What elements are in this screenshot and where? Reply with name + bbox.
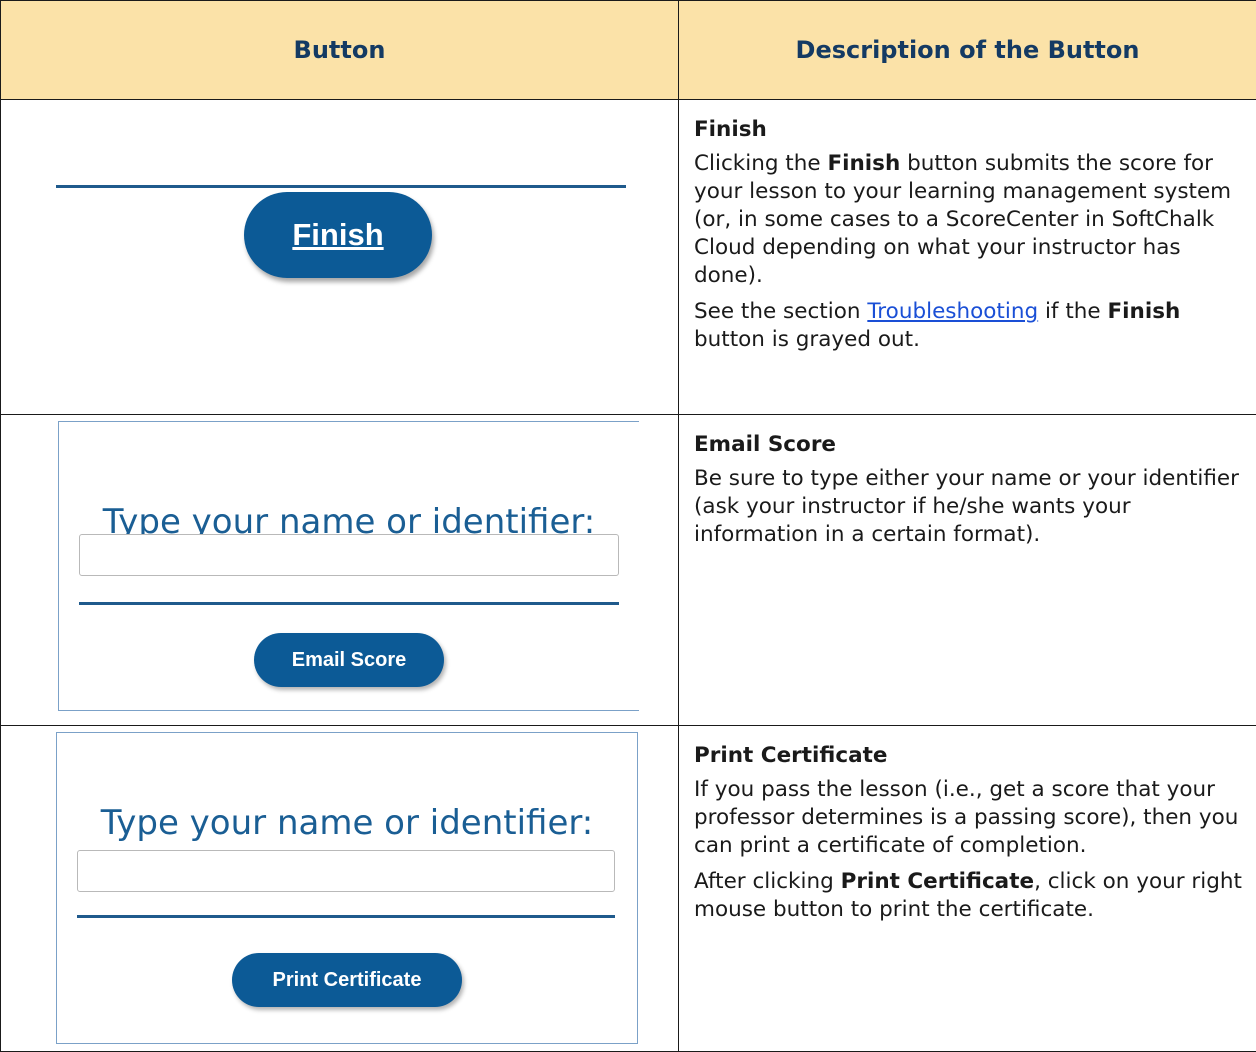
finish-illustration-cell: Finish	[1, 100, 679, 415]
finish-title: Finish	[694, 116, 1246, 144]
print-panel-prompt: Type your name or identifier:	[57, 803, 637, 843]
bold-text: Finish	[1107, 299, 1180, 324]
table-header-row: Button Description of the Button	[1, 1, 1256, 100]
text-span: After clicking	[694, 869, 841, 894]
table-row-print-certificate: Type your name or identifier: Print Cert…	[1, 726, 1256, 1052]
print-description: Print Certificate If you pass the lesson…	[679, 726, 1256, 924]
email-name-input[interactable]	[79, 534, 619, 576]
print-panel-divider	[77, 915, 615, 918]
email-panel-divider	[79, 602, 619, 605]
email-paragraph-1: Be sure to type either your name or your…	[694, 465, 1246, 549]
text-span: Clicking the	[694, 151, 827, 176]
print-paragraph-1: If you pass the lesson (i.e., get a scor…	[694, 776, 1246, 860]
header-description: Description of the Button	[679, 1, 1256, 100]
finish-description: Finish Clicking the Finish button submit…	[679, 100, 1256, 354]
text-span: button is grayed out.	[694, 327, 920, 352]
table-row-finish: Finish Finish Clicking the Finish button…	[1, 100, 1256, 415]
finish-paragraph-2: See the section Troubleshooting if the F…	[694, 298, 1246, 354]
finish-description-cell: Finish Clicking the Finish button submit…	[679, 100, 1256, 415]
print-certificate-panel: Type your name or identifier: Print Cert…	[56, 732, 638, 1044]
email-description-cell: Email Score Be sure to type either your …	[679, 415, 1256, 726]
finish-paragraph-1: Clicking the Finish button submits the s…	[694, 150, 1246, 290]
finish-divider-line	[56, 185, 626, 188]
table-row-email-score: Type your name or identifier: Email Scor…	[1, 415, 1256, 726]
button-description-table: Button Description of the Button Finish …	[0, 0, 1256, 1052]
email-title: Email Score	[694, 431, 1246, 459]
email-illustration-cell: Type your name or identifier: Email Scor…	[1, 415, 679, 726]
finish-button[interactable]: Finish	[244, 192, 432, 278]
header-button: Button	[1, 1, 679, 100]
finish-button-label: Finish	[292, 217, 383, 253]
bold-text: Finish	[827, 151, 900, 176]
print-title: Print Certificate	[694, 742, 1246, 770]
print-illustration-cell: Type your name or identifier: Print Cert…	[1, 726, 679, 1052]
text-span: See the section	[694, 299, 867, 324]
email-description: Email Score Be sure to type either your …	[679, 415, 1256, 549]
print-certificate-button[interactable]: Print Certificate	[232, 953, 462, 1007]
email-score-button[interactable]: Email Score	[254, 633, 444, 687]
email-score-panel: Type your name or identifier: Email Scor…	[58, 421, 639, 711]
print-paragraph-2: After clicking Print Certificate, click …	[694, 868, 1246, 924]
troubleshooting-link[interactable]: Troubleshooting	[867, 299, 1038, 324]
print-description-cell: Print Certificate If you pass the lesson…	[679, 726, 1256, 1052]
text-span: if the	[1038, 299, 1107, 324]
print-name-input[interactable]	[77, 850, 615, 892]
bold-text: Print Certificate	[841, 869, 1034, 894]
